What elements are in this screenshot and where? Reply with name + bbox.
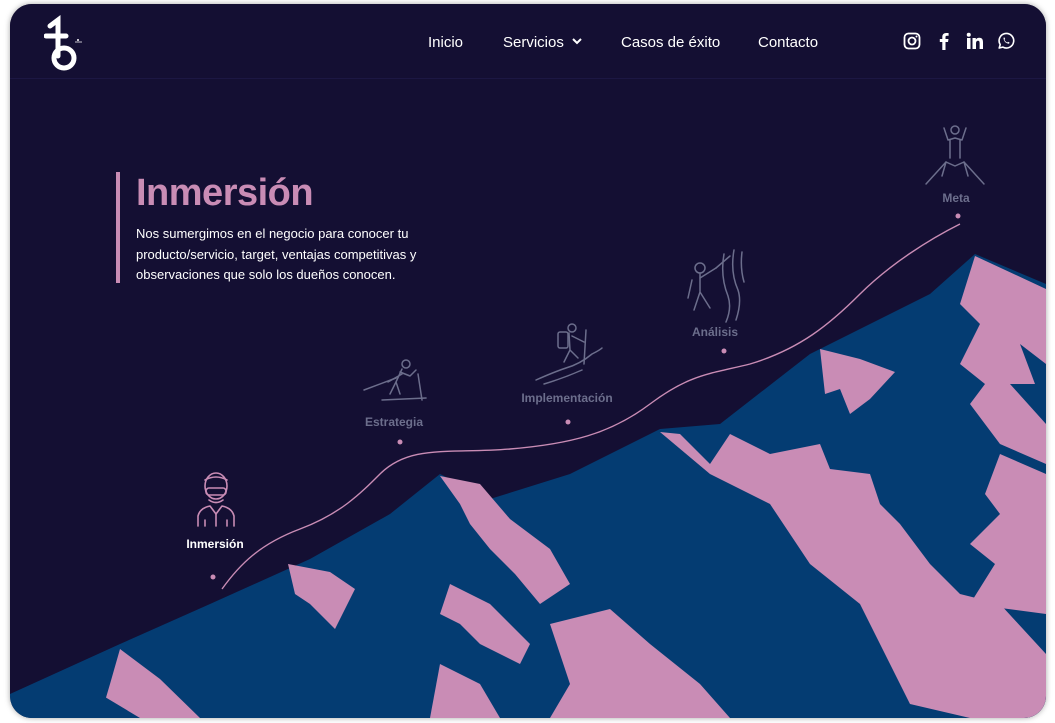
stage-label-meta[interactable]: Meta (942, 191, 969, 205)
hiker-icon (535, 323, 603, 385)
person-icon (197, 472, 235, 527)
nav-inicio[interactable]: Inicio (428, 34, 463, 51)
chevron-down-icon (572, 38, 582, 45)
nav-casos-de-exito[interactable]: Casos de éxito (621, 34, 720, 51)
skier-icon (363, 359, 427, 401)
stage-label-implementacion[interactable]: Implementación (521, 391, 612, 405)
facebook-icon[interactable] (935, 32, 953, 50)
page-title: Inmersión (136, 172, 314, 214)
stage-description: Nos sumergimos en el negocio para conoce… (136, 226, 417, 282)
stage-label-inmersion[interactable]: Inmersión (186, 537, 243, 551)
linkedin-icon[interactable] (966, 32, 984, 50)
mountain-illustration (10, 223, 1046, 718)
page-frame: Inmersión Estrategia Implementación Anál… (10, 4, 1046, 718)
headline-accent-bar (116, 172, 120, 283)
stage-label-estrategia[interactable]: Estrategia (365, 415, 423, 429)
top-navbar: Inicio Servicios Casos de éxito Contacto (10, 4, 1046, 79)
stage-label-analisis[interactable]: Análisis (692, 325, 738, 339)
summit-icon (925, 125, 985, 185)
instagram-icon[interactable] (903, 32, 921, 50)
nav-servicios[interactable]: Servicios (503, 34, 582, 51)
whatsapp-icon[interactable] (997, 32, 1015, 50)
brand-logo[interactable] (44, 14, 90, 72)
nav-servicios-label: Servicios (503, 34, 564, 51)
climber-icon (687, 249, 745, 323)
nav-contacto[interactable]: Contacto (758, 34, 818, 51)
